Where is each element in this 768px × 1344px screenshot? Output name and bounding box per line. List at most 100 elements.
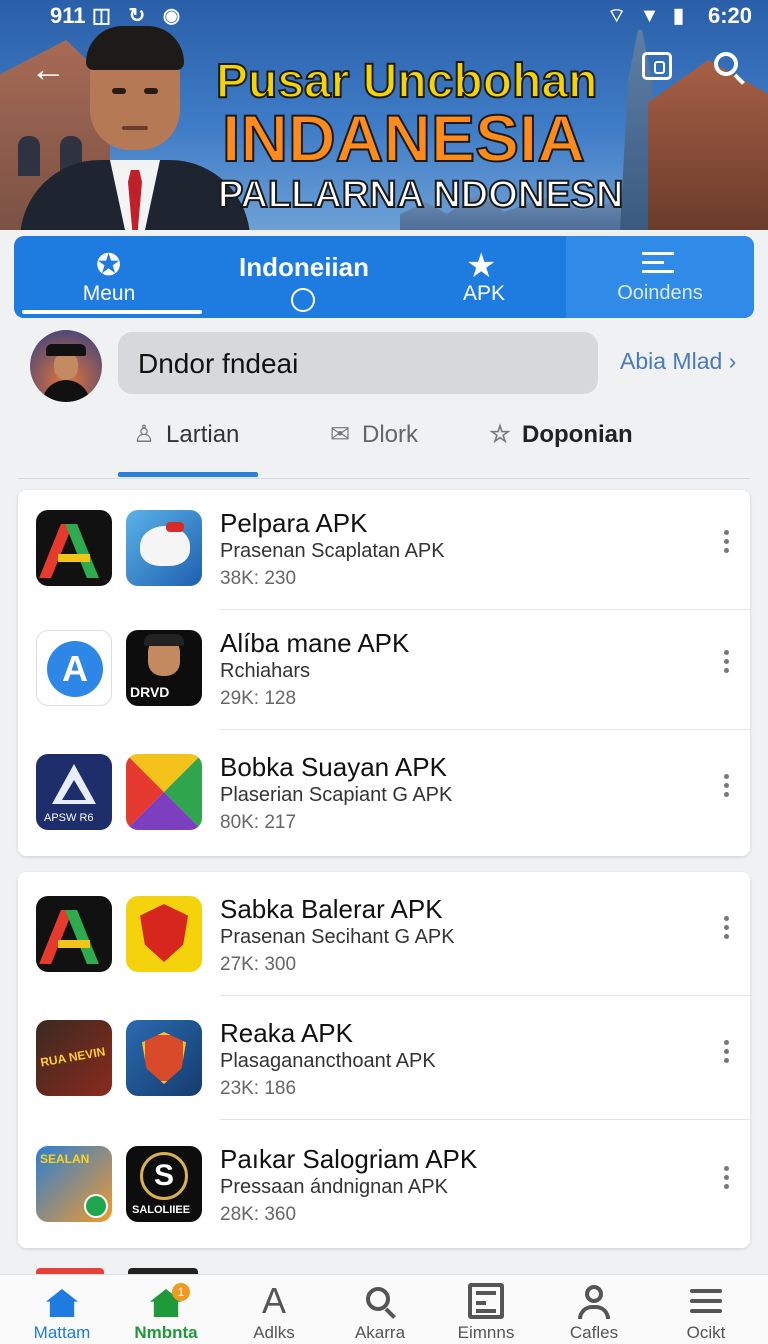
nav-label: Cafles: [569, 1323, 619, 1342]
more-vert-icon[interactable]: [724, 1040, 730, 1067]
nav-label: Eimnns: [457, 1323, 515, 1342]
search-icon[interactable]: [714, 52, 748, 86]
status-time-right: 6:20: [707, 3, 752, 28]
subtab-lartian[interactable]: ♙ Lartian: [130, 420, 239, 449]
status-icons-right: ⌔ ▼ ▮: [607, 5, 688, 27]
nav-item-adlks[interactable]: A Adlks: [224, 1275, 324, 1344]
game-app-icon: SEALAN: [36, 1146, 112, 1222]
tab-apk[interactable]: ★ APK: [404, 236, 564, 318]
nav-label: Ocikt: [686, 1323, 726, 1342]
app-name: Reaka APK: [220, 1018, 353, 1048]
tab-other-label: Ooindens: [617, 282, 703, 304]
tab-active-indicator: [22, 310, 202, 314]
list-item[interactable]: Pelpara APK Prasenan Scaplatan APK 38K: …: [18, 490, 750, 610]
divider: [18, 478, 750, 479]
cast-icon[interactable]: [642, 52, 672, 80]
document-icon: [468, 1283, 504, 1319]
nav-label: Mattam: [33, 1323, 91, 1342]
tab-menu-label: Meun: [82, 282, 136, 305]
list-icon: [642, 252, 674, 274]
bird-app-icon: [126, 510, 202, 586]
tab-indonesian-label: Indoneiian: [239, 252, 369, 282]
shield-app-icon: [126, 896, 202, 972]
app-subtitle: Plaserian Scapiant G APK: [220, 784, 453, 806]
nav-item-nmbnta[interactable]: 1 Nmbnta: [116, 1275, 216, 1344]
war-game-icon: RUA NEVIN: [36, 1020, 112, 1096]
avatar[interactable]: [30, 330, 102, 402]
more-vert-icon[interactable]: [724, 916, 730, 943]
list-item[interactable]: SEALAN S SALOLIIEE Paıkar Salogriam APK P…: [18, 1126, 750, 1246]
app-list-card: Sabka Balerar APK Prasenan Secihant G AP…: [18, 872, 750, 1248]
app-subtitle: Prasenan Secihant G APK: [220, 926, 455, 948]
search-input[interactable]: Dndor fndeai: [118, 332, 598, 394]
app-stats: 29K: 128: [220, 688, 297, 709]
apps-a-icon: A: [261, 1280, 286, 1321]
status-bar: 911 ◫ ↻ ◉ ⌔ ▼ ▮ 6:20: [0, 0, 768, 30]
app-subtitle: Plasaganancthoant APK: [220, 1050, 436, 1072]
user-icon: [576, 1283, 612, 1319]
dj-app-icon: DRVD: [126, 630, 202, 706]
a-logo-icon: [36, 510, 112, 586]
colorful-x-icon: [126, 754, 202, 830]
app-name: Pelpara APK: [220, 508, 368, 538]
bottom-navigation: Mattam 1 Nmbnta A Adlks Akarra Eimnns Ca…: [0, 1274, 768, 1344]
header-banner: Pusar Uncbohan INDANESIA PALLARNA NDONES…: [0, 0, 768, 230]
a-logo-icon: [36, 896, 112, 972]
app-subtitle: Prasenan Scaplatan APK: [220, 540, 445, 562]
app-stats: 28K: 360: [220, 1204, 297, 1225]
home-icon: 1: [148, 1283, 190, 1319]
menu-icon: [688, 1283, 724, 1319]
star-icon: ★: [466, 247, 497, 285]
banner-title-line2: INDANESIA: [221, 100, 586, 176]
list-item[interactable]: RUA NEVIN Reaka APK Plasaganancthoant AP…: [18, 1000, 750, 1120]
app-store-icon: A: [36, 630, 112, 706]
triangle-app-icon: APSW R6: [36, 754, 112, 830]
app-stats: 27K: 300: [220, 954, 297, 975]
status-icons-left: ◫ ↻ ◉: [92, 5, 187, 27]
nav-item-eimnns[interactable]: Eimnns: [436, 1275, 536, 1344]
tab-other[interactable]: Ooindens: [566, 236, 754, 318]
nav-item-cafles[interactable]: Cafles: [544, 1275, 644, 1344]
more-vert-icon[interactable]: [724, 1166, 730, 1193]
app-name: Alíba mane APK: [220, 628, 410, 658]
tab-apk-label: APK: [462, 282, 506, 305]
s-logo-icon: S SALOLIIEE: [126, 1146, 202, 1222]
nav-item-ocikt[interactable]: Ocikt: [656, 1275, 756, 1344]
crest-app-icon: [126, 1020, 202, 1096]
top-tab-bar: ✪ Meun Indoneiian ★ APK Ooindens: [14, 236, 754, 318]
app-stats: 23K: 186: [220, 1078, 297, 1099]
building-right: [648, 60, 768, 230]
subtab-active-indicator: [118, 472, 258, 477]
more-link[interactable]: Abia Mlad ›: [620, 348, 736, 375]
nav-label: Nmbnta: [134, 1323, 198, 1342]
status-time-left: 911: [50, 3, 86, 28]
star-badge-icon: ✪: [96, 249, 122, 282]
list-item[interactable]: Sabka Balerar APK Prasenan Secihant G AP…: [18, 876, 750, 996]
app-list-card: Pelpara APK Prasenan Scaplatan APK 38K: …: [18, 490, 750, 856]
app-stats: 38K: 230: [220, 568, 297, 589]
nav-item-akarra[interactable]: Akarra: [330, 1275, 430, 1344]
app-name: Sabka Balerar APK: [220, 894, 443, 924]
list-item[interactable]: APSW R6 Bobka Suayan APK Plaserian Scapi…: [18, 734, 750, 854]
more-vert-icon[interactable]: [724, 650, 730, 677]
home-icon: [44, 1283, 80, 1319]
app-subtitle: Rchiahars: [220, 660, 311, 682]
more-vert-icon[interactable]: [724, 530, 730, 557]
subtab-dlork-label: Dlork: [362, 421, 419, 448]
more-vert-icon[interactable]: [724, 774, 730, 801]
back-arrow-icon[interactable]: ←: [30, 48, 66, 90]
app-name: Paıkar Salogriam APK: [220, 1144, 478, 1174]
banner-title-line3: PALLARNA NDONESN: [217, 173, 624, 217]
mail-icon: ✉: [329, 421, 351, 448]
app-subtitle: Pressaan ándnignan APK: [220, 1176, 448, 1198]
star-outline-icon: ☆: [489, 421, 511, 448]
app-name: Bobka Suayan APK: [220, 752, 447, 782]
subtab-doponian[interactable]: ☆ Doponian: [486, 420, 633, 449]
tab-indonesian[interactable]: Indoneiian: [204, 236, 404, 318]
list-item[interactable]: A DRVD Alíba mane APK Rchiahars 29K: 128: [18, 610, 750, 730]
search-icon: [362, 1283, 398, 1319]
nav-item-mattam[interactable]: Mattam: [12, 1275, 112, 1344]
subtab-dlork[interactable]: ✉ Dlork: [326, 420, 418, 449]
tab-menu[interactable]: ✪ Meun: [14, 236, 204, 318]
subtab-doponian-label: Doponian: [522, 421, 633, 448]
